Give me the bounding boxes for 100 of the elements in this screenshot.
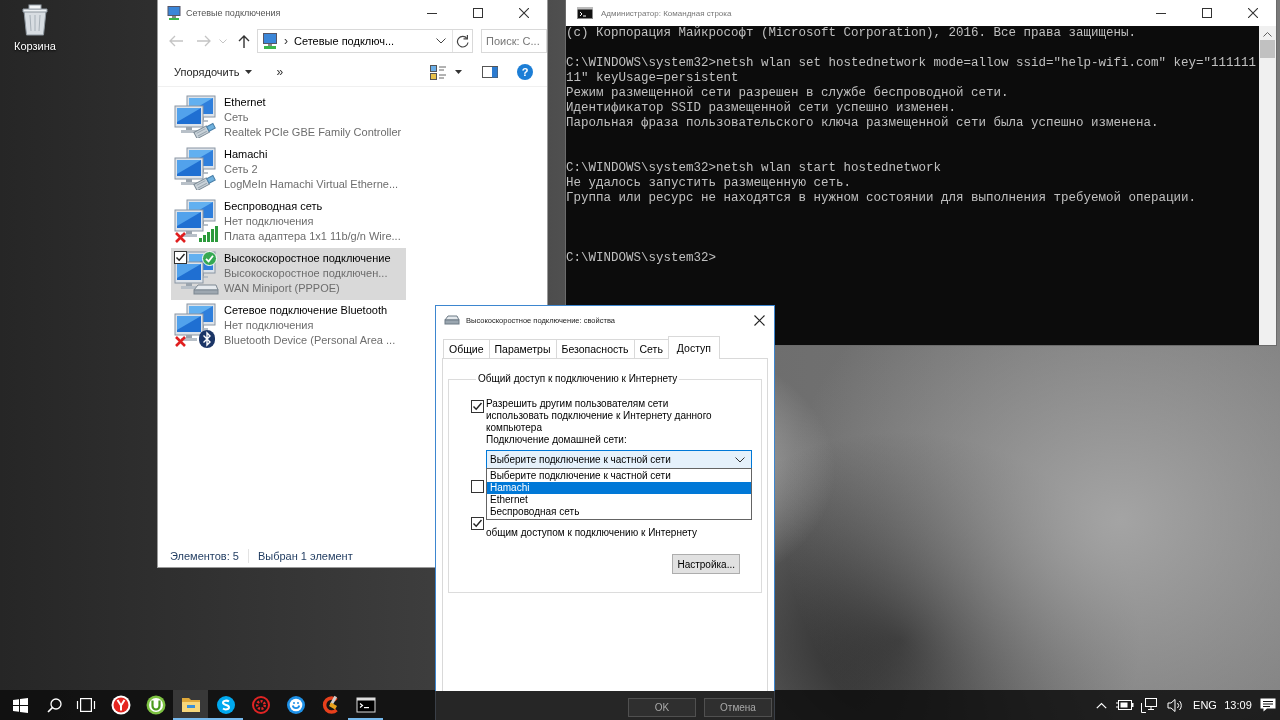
caret-down-icon <box>245 70 253 74</box>
search-field[interactable]: Поиск: С... <box>481 29 547 53</box>
maximize-icon <box>473 8 483 18</box>
connection-item[interactable]: Сетевое подключение Bluetooth Нет подключения Bluetooth Device (Personal Area ... <box>171 300 406 352</box>
network-folder-icon <box>262 33 278 49</box>
maximize-icon <box>1202 8 1212 18</box>
signal-bars-icon <box>199 226 219 242</box>
console-line: 11" keyUsage=persistent <box>566 71 740 86</box>
checkbox-label: Разрешить другим пользователям сети использовать подключение к Интернету данного компьютера <box>486 398 713 434</box>
organize-button[interactable]: Упорядочить <box>168 60 259 84</box>
console-line: C:\WINDOWS\system32>netsh wlan start hostednetwork <box>566 161 943 176</box>
caret-down-icon[interactable] <box>455 70 462 74</box>
item-count: Элементов: 5 <box>170 550 239 562</box>
view-options-icon[interactable] <box>430 64 446 80</box>
address-bar[interactable]: › Сетевые подключ... <box>257 29 473 53</box>
chevron-down-icon[interactable] <box>436 38 446 44</box>
start-icon <box>12 697 28 713</box>
s-logo-icon <box>215 695 236 715</box>
connection-name: Ethernet <box>224 95 267 110</box>
device-name: WAN Miniport (PPPOE) <box>224 281 341 296</box>
task-view-icon <box>75 698 96 712</box>
scroll-up-icon[interactable] <box>1263 32 1272 37</box>
smiley-icon <box>285 695 306 715</box>
dropdown-option[interactable]: Hamachi <box>487 482 751 494</box>
scrollbar[interactable] <box>1259 26 1276 345</box>
chevron-down-icon <box>735 456 745 463</box>
console-line: (c) Корпорация Майкрософт (Microsoft Corporation), 2016. Все права защищены. <box>566 26 1138 41</box>
search-icon <box>46 697 62 713</box>
connection-name: Беспроводная сеть <box>224 199 324 214</box>
up-arrow-icon[interactable] <box>238 34 250 48</box>
computers-icon <box>173 95 217 133</box>
tab[interactable]: Общие <box>443 339 490 358</box>
refresh-icon <box>456 34 469 48</box>
modem-icon <box>193 284 219 295</box>
refresh-button[interactable] <box>452 30 472 52</box>
bluetooth-icon <box>199 330 215 348</box>
connection-name: Hamachi <box>224 147 269 162</box>
console-line: Группа или ресурс не находятся в нужном состоянии для выполнения требуемой операции. <box>566 191 1198 206</box>
desktop-icon-label[interactable]: Корзина <box>14 40 56 52</box>
connection-status: Сеть 2 <box>224 162 259 177</box>
dialog-button[interactable]: OK <box>628 698 696 717</box>
computers-icon <box>173 199 217 237</box>
field-label: Подключение домашней сети: <box>486 434 628 446</box>
connection-item[interactable]: Беспроводная сеть Нет подключения Плата адаптера 1x1 11b/g/n Wire... <box>171 196 406 248</box>
window-title: Администратор: Командная строка <box>601 8 733 18</box>
checkbox[interactable] <box>471 480 484 493</box>
tab[interactable]: Параметры <box>488 339 557 358</box>
network-icon <box>1139 697 1157 713</box>
cable-plug-icon <box>193 122 217 138</box>
connection-name: Сетевое подключение Bluetooth <box>224 303 389 318</box>
terminal-icon <box>355 695 376 715</box>
dropdown-list[interactable]: Выберите подключение к частной сети Hamachi Ethernet Беспроводная сеть <box>486 468 752 520</box>
console-line: Режим размещенной сети разрешен в службе беспроводной сети. <box>566 86 1010 101</box>
connection-item[interactable]: Высокоскоростное подключение Высокоскоростное подключен... WAN Miniport (PPPOE) <box>171 248 406 300</box>
group-title: Общий доступ к подключению к Интернету <box>477 373 679 385</box>
close-icon <box>1248 8 1258 18</box>
cable-plug-icon <box>193 174 217 190</box>
minimize-icon <box>427 12 437 14</box>
dropdown-option[interactable]: Ethernet <box>487 494 751 506</box>
folder-icon <box>180 695 201 715</box>
recycle-bin-icon[interactable] <box>22 4 48 36</box>
checkbox-label: общим доступом к подключению к Интернету <box>486 527 698 539</box>
language-indicator[interactable]: ENG <box>1190 690 1220 720</box>
console-line: Идентификатор SSID размещенной сети успешно изменен. <box>566 101 958 116</box>
gear-icon <box>250 695 271 715</box>
connection-status: Нет подключения <box>224 214 315 229</box>
connection-item[interactable]: Ethernet Сеть Realtek PCIe GBE Family Controller <box>171 92 406 144</box>
taskbar-app-button[interactable] <box>173 690 208 720</box>
help-button[interactable]: ? <box>517 64 533 80</box>
checkbox[interactable] <box>471 517 484 530</box>
more-button[interactable]: » <box>272 65 288 79</box>
dropdown-option[interactable]: Выберите подключение к частной сети <box>487 470 751 482</box>
checkbox[interactable] <box>471 400 484 413</box>
dialog-button[interactable]: Отмена <box>704 698 772 717</box>
window-title: Сетевые подключения <box>186 8 282 18</box>
network-folder-icon <box>167 6 181 20</box>
console-line: C:\WINDOWS\system32> <box>566 251 718 266</box>
device-name: Плата адаптера 1x1 11b/g/n Wire... <box>224 229 401 244</box>
battery-icon <box>1115 699 1134 711</box>
scrollbar-thumb[interactable] <box>1260 40 1275 58</box>
console-line: Парольная фраза пользовательского ключа размещенной сети была успешно изменена. <box>566 116 1160 131</box>
tab[interactable]: Доступ <box>667 336 721 359</box>
selection-count: Выбран 1 элемент <box>257 550 353 562</box>
console-line: Не удалось запустить размещенную сеть. <box>566 176 853 191</box>
notification-icon <box>1260 698 1276 712</box>
checkbox[interactable] <box>174 251 187 264</box>
clock[interactable]: 13:09 <box>1220 690 1256 720</box>
address-path[interactable]: Сетевые подключ... <box>294 35 436 47</box>
settings-button[interactable]: Настройка... <box>672 554 740 574</box>
dropdown-option[interactable]: Беспроводная сеть <box>487 506 751 518</box>
connection-name: Высокоскоростное подключение <box>224 251 391 266</box>
close-icon <box>519 8 529 18</box>
connection-status: Нет подключения <box>224 318 315 333</box>
volume-icon <box>1167 697 1183 713</box>
connection-item[interactable]: Hamachi Сеть 2 LogMeIn Hamachi Virtual Etherne... <box>171 144 406 196</box>
console-line: C:\WINDOWS\system32>netsh wlan set hostednetwork mode=allow ssid="help-wifi.com" key="111111 <box>566 56 1258 71</box>
device-name: LogMeIn Hamachi Virtual Etherne... <box>224 177 399 192</box>
modem-icon <box>444 315 460 325</box>
preview-pane-icon[interactable] <box>482 66 498 78</box>
chevron-up-icon <box>1096 701 1107 709</box>
